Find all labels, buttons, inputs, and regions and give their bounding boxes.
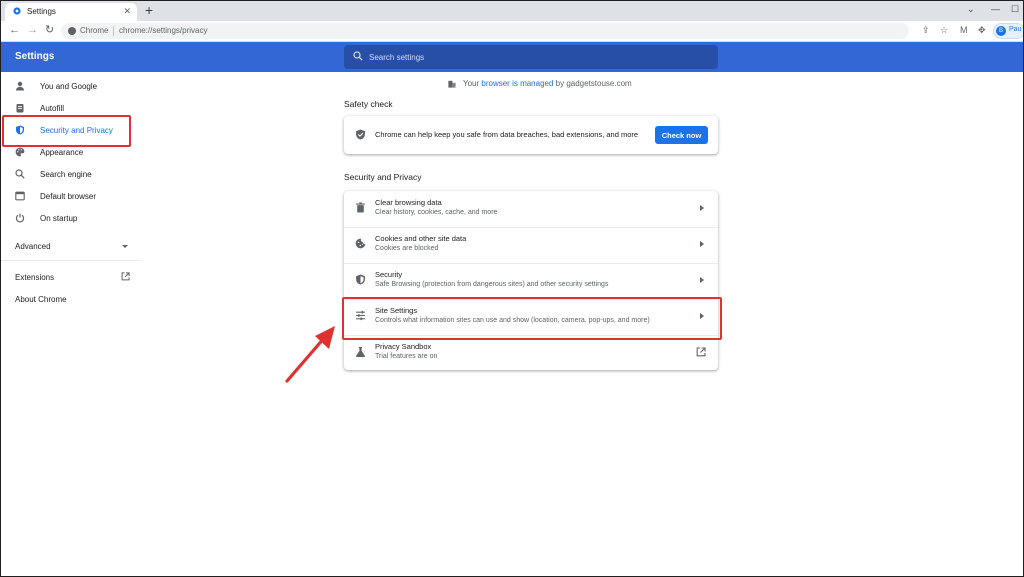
tab-settings[interactable]: Settings ✕ xyxy=(5,3,137,21)
close-icon[interactable]: ✕ xyxy=(123,6,131,17)
maximize-icon[interactable]: ☐ xyxy=(1011,4,1019,15)
check-now-button[interactable]: Check now xyxy=(655,126,708,144)
sidebar-item-default-browser[interactable]: Default browser xyxy=(1,187,141,207)
minimize-icon[interactable]: — xyxy=(991,4,1000,14)
sidebar-item-label: Appearance xyxy=(40,148,84,157)
star-icon[interactable]: ☆ xyxy=(940,25,948,35)
security-privacy-card: Clear browsing data Clear history, cooki… xyxy=(344,191,718,370)
back-icon[interactable]: ← xyxy=(9,24,20,36)
search-icon xyxy=(353,51,363,61)
row-security[interactable]: Security Safe Browsing (protection from … xyxy=(344,263,718,299)
row-subtitle: Clear history, cookies, cache, and more xyxy=(375,209,498,216)
row-title: Security xyxy=(375,270,403,279)
tab-title: Settings xyxy=(27,7,56,16)
managed-prefix: Your xyxy=(463,79,482,88)
search-icon xyxy=(15,169,25,179)
divider xyxy=(344,227,718,228)
building-icon xyxy=(448,80,456,88)
shield-icon xyxy=(356,274,365,285)
chevron-down-icon[interactable]: ⌄ xyxy=(967,4,975,15)
sidebar-item-advanced[interactable]: Advanced xyxy=(15,242,51,251)
url-text[interactable]: chrome://settings/privacy xyxy=(119,26,207,35)
omnibox-chip: Chrome xyxy=(80,26,109,35)
sidebar-item-about-chrome[interactable]: About Chrome xyxy=(15,295,67,304)
cookie-icon xyxy=(355,238,366,249)
tab-strip: Settings ✕ + ⌄ — ☐ xyxy=(1,1,1023,21)
safety-check-text: Chrome can help keep you safe from data … xyxy=(375,130,639,139)
divider xyxy=(1,260,141,261)
row-title: Privacy Sandbox xyxy=(375,342,432,351)
divider xyxy=(344,263,718,264)
row-cookies[interactable]: Cookies and other site data Cookies are … xyxy=(344,227,718,263)
extensions-icon[interactable]: ✥ xyxy=(978,25,986,35)
palette-icon xyxy=(15,147,25,157)
profile-button[interactable]: B Pau xyxy=(993,23,1023,39)
sidebar: You and Google Autofill Security and Pri… xyxy=(1,72,141,576)
row-subtitle: Cookies are blocked xyxy=(375,245,439,252)
reload-icon[interactable]: ↻ xyxy=(45,24,54,36)
sidebar-item-label: Search engine xyxy=(40,170,92,179)
clipboard-icon xyxy=(16,104,24,113)
address-bar[interactable]: Chrome chrome://settings/privacy xyxy=(61,23,909,39)
managed-suffix: by gadgetstouse.com xyxy=(553,79,632,88)
open-in-new-icon[interactable] xyxy=(696,347,706,357)
row-title: Cookies and other site data xyxy=(375,234,467,243)
settings-header: Settings Search settings xyxy=(1,42,1023,72)
avatar: B xyxy=(996,26,1006,36)
power-icon xyxy=(15,213,25,223)
safety-check-title: Safety check xyxy=(344,99,393,109)
red-arrow-annotation xyxy=(285,326,335,383)
search-input[interactable]: Search settings xyxy=(344,45,718,69)
share-icon[interactable]: ⇪ xyxy=(922,25,930,35)
shield-check-icon xyxy=(356,129,365,140)
search-placeholder: Search settings xyxy=(369,53,425,62)
arrow-right-icon xyxy=(700,205,704,211)
chrome-site-icon xyxy=(68,27,76,35)
trash-icon xyxy=(356,202,365,213)
sidebar-item-search-engine[interactable]: Search engine xyxy=(1,165,141,185)
sidebar-item-label: You and Google xyxy=(40,82,98,91)
sidebar-item-label: Autofill xyxy=(40,104,65,113)
browser-window: Settings ✕ + ⌄ — ☐ ← → ↻ Chrome chrome:/… xyxy=(0,0,1024,577)
gear-icon xyxy=(13,7,21,15)
security-privacy-title: Security and Privacy xyxy=(344,172,422,182)
row-clear-browsing-data[interactable]: Clear browsing data Clear history, cooki… xyxy=(344,191,718,227)
sidebar-item-label: Default browser xyxy=(40,192,97,201)
row-subtitle: Trial features are on xyxy=(375,353,438,360)
flask-icon xyxy=(355,346,366,357)
profile-name: Pau xyxy=(1009,26,1022,33)
browser-icon xyxy=(15,191,25,201)
new-tab-button[interactable]: + xyxy=(145,3,153,17)
sidebar-item-you-and-google[interactable]: You and Google xyxy=(1,77,141,97)
highlight-box-security-and-privacy xyxy=(2,115,131,147)
sidebar-item-label: On startup xyxy=(40,214,78,223)
managed-link[interactable]: browser is managed xyxy=(481,79,553,88)
arrow-right-icon xyxy=(700,277,704,283)
gmail-icon[interactable]: M xyxy=(960,25,968,35)
chevron-down-icon[interactable] xyxy=(122,245,128,248)
highlight-box-site-settings xyxy=(342,297,722,340)
sidebar-item-on-startup[interactable]: On startup xyxy=(1,209,141,229)
safety-check-card: Chrome can help keep you safe from data … xyxy=(344,116,718,154)
page-title: Settings xyxy=(15,51,55,62)
forward-icon[interactable]: → xyxy=(27,24,38,36)
open-in-new-icon[interactable] xyxy=(121,272,130,281)
person-icon xyxy=(16,81,24,91)
arrow-right-icon xyxy=(700,241,704,247)
row-privacy-sandbox[interactable]: Privacy Sandbox Trial features are on xyxy=(344,335,718,371)
row-subtitle: Safe Browsing (protection from dangerous… xyxy=(375,281,609,288)
sidebar-item-extensions[interactable]: Extensions xyxy=(15,273,54,282)
toolbar: ← → ↻ Chrome chrome://settings/privacy ⇪… xyxy=(1,21,1023,42)
row-title: Clear browsing data xyxy=(375,198,442,207)
omnibox-divider xyxy=(113,26,114,36)
